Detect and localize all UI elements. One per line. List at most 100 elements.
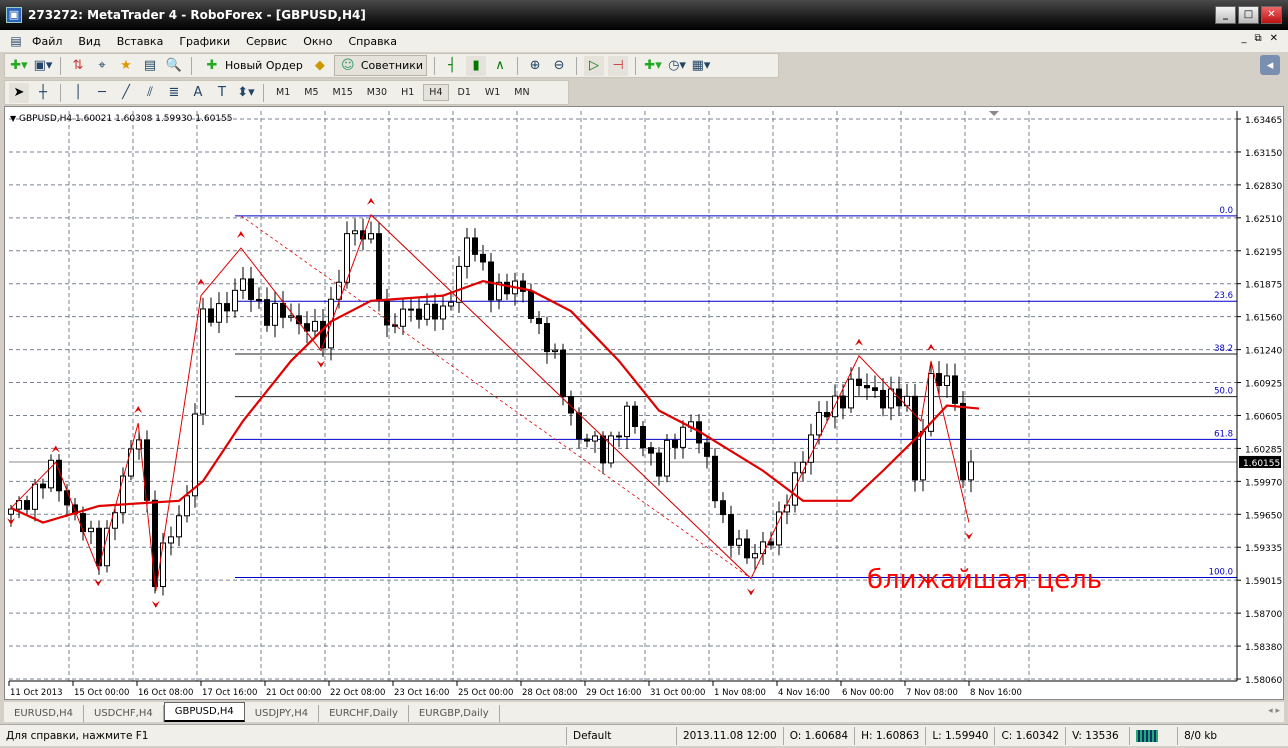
templates-icon[interactable]: ▦▾: [691, 56, 711, 76]
help-icon[interactable]: ◂: [1260, 55, 1280, 75]
strategy-tester-icon[interactable]: 🔍: [164, 56, 184, 76]
zoom-in-icon[interactable]: ⊕: [525, 56, 545, 76]
text-tool-icon[interactable]: A: [188, 83, 208, 103]
timeframe-m15[interactable]: M15: [328, 85, 358, 100]
bar-chart-icon[interactable]: ┤: [442, 56, 462, 76]
timeframe-m5[interactable]: M5: [299, 85, 323, 100]
fibonacci-icon[interactable]: ≣: [164, 83, 184, 103]
timeframe-mn[interactable]: MN: [509, 85, 534, 100]
crosshair-tool-icon[interactable]: ┼: [33, 83, 53, 103]
candle-bear: [616, 435, 622, 438]
market-watch-icon[interactable]: ⇅: [68, 56, 88, 76]
candle-bear: [504, 281, 510, 295]
chart-shift-icon[interactable]: ⊣: [608, 55, 629, 76]
price-label: 1.62830: [1245, 182, 1282, 192]
price-label: 1.59015: [1245, 577, 1282, 587]
horizontal-line-icon[interactable]: ─: [92, 83, 112, 103]
menu-insert[interactable]: Вставка: [109, 35, 172, 48]
candle-bear: [576, 412, 582, 440]
document-icon[interactable]: ▤: [8, 33, 24, 49]
candle-bull: [464, 237, 470, 267]
date-label: 6 Nov 00:00: [842, 688, 894, 698]
navigator-icon[interactable]: ★: [116, 56, 136, 76]
chart-tab[interactable]: GBPUSD,H4: [163, 702, 245, 722]
trendline-icon[interactable]: ╱: [116, 83, 136, 103]
periods-icon[interactable]: ◷▾: [667, 56, 687, 76]
terminal-icon[interactable]: ▤: [140, 56, 160, 76]
price-label: 1.60285: [1245, 445, 1282, 455]
text-label-icon[interactable]: T: [212, 83, 232, 103]
candle-bull: [352, 230, 358, 235]
chart-tab[interactable]: EURCHF,Daily: [319, 705, 409, 722]
chart-tab[interactable]: EURGBP,Daily: [409, 705, 500, 722]
new-order-icon: ✚: [206, 58, 218, 73]
vertical-line-icon[interactable]: │: [68, 83, 88, 103]
auto-scroll-icon[interactable]: ▷: [584, 55, 605, 76]
candle-bear: [528, 290, 534, 319]
mdi-close-button[interactable]: ✕: [1270, 33, 1278, 44]
candle-bear: [376, 233, 382, 302]
chart-tab[interactable]: USDJPY,H4: [245, 705, 320, 722]
standard-toolbar: ✚▾ ▣▾ ⇅ ⌖ ★ ▤ 🔍 ✚ Новый Ордер ◆ ☺ Советник…: [4, 53, 779, 78]
maximize-button[interactable]: □: [1238, 6, 1259, 24]
chart-tab[interactable]: EURUSD,H4: [4, 705, 85, 722]
timeframe-h4[interactable]: H4: [423, 84, 449, 101]
minimize-button[interactable]: _: [1215, 6, 1236, 24]
menu-window[interactable]: Окно: [295, 35, 340, 48]
menu-view[interactable]: Вид: [70, 35, 108, 48]
zoom-out-icon[interactable]: ⊖: [549, 56, 569, 76]
fractal-arrow-icon: [855, 338, 863, 346]
candle-bull: [288, 315, 294, 318]
crosshair-icon[interactable]: ⌖: [92, 56, 112, 76]
timeframe-m30[interactable]: M30: [362, 85, 392, 100]
timeframe-m1[interactable]: M1: [271, 85, 295, 100]
experts-button[interactable]: ☺ Советники: [333, 55, 428, 76]
candle-bull: [440, 305, 446, 320]
status-low: L: 1.59940: [925, 726, 994, 745]
mdi-minimize-button[interactable]: _: [1241, 33, 1246, 44]
candlestick-chart-icon[interactable]: ▮: [466, 55, 487, 76]
connection-icon: [1129, 726, 1177, 745]
fractal-arrow-icon: [197, 278, 205, 286]
chart-shift-marker-icon[interactable]: [989, 111, 999, 116]
equidistant-channel-icon[interactable]: ⫽: [140, 83, 160, 103]
price-chart[interactable]: 0.0 23.6 38.2 50.0 61.8 100.0 1.63465 1.63150 1…: [5, 107, 1283, 699]
close-button[interactable]: ✕: [1261, 6, 1282, 24]
cursor-icon[interactable]: ➤: [9, 82, 29, 103]
candle-bear: [432, 303, 438, 320]
status-datetime: 2013.11.08 12:00: [676, 726, 783, 745]
tab-scroll-arrows[interactable]: ◂ ▸: [1268, 706, 1280, 716]
arrows-icon[interactable]: ⬍▾: [236, 83, 256, 103]
menu-file[interactable]: Файл: [24, 35, 70, 48]
indicators-icon[interactable]: ✚▾: [643, 56, 663, 76]
alert-icon[interactable]: ◆: [310, 56, 330, 76]
mdi-restore-button[interactable]: ⧉: [1254, 33, 1261, 44]
candle-bull: [184, 495, 190, 517]
timeframe-w1[interactable]: W1: [480, 85, 505, 100]
status-bar: Для справки, нажмите F1 Default 2013.11.…: [0, 724, 1288, 746]
menu-charts[interactable]: Графики: [171, 35, 238, 48]
chart-tab[interactable]: USDCHF,H4: [84, 705, 164, 722]
candle-bear: [544, 323, 550, 353]
chart-window[interactable]: 0.0 23.6 38.2 50.0 61.8 100.0 1.63465 1.63150 1…: [4, 106, 1284, 700]
menu-help[interactable]: Справка: [340, 35, 404, 48]
fractal-arrow-icon: [965, 532, 973, 540]
timeframe-h1[interactable]: H1: [396, 85, 419, 100]
date-label: 22 Oct 08:00: [330, 688, 385, 698]
trend-line-dashed: [240, 215, 752, 579]
new-chart-icon[interactable]: ✚▾: [9, 56, 29, 76]
date-label: 7 Nov 08:00: [906, 688, 958, 698]
menu-tools[interactable]: Сервис: [238, 35, 295, 48]
candle-bull: [792, 472, 798, 506]
date-label: 17 Oct 16:00: [202, 688, 257, 698]
profiles-icon[interactable]: ▣▾: [33, 56, 53, 76]
chart-menu-arrow-icon[interactable]: ▼: [10, 114, 17, 123]
new-order-button[interactable]: ✚ Новый Ордер: [199, 55, 306, 76]
timeframe-d1[interactable]: D1: [453, 85, 476, 100]
fractal-arrow-icon: [151, 600, 160, 608]
date-label: 31 Oct 00:00: [650, 688, 705, 698]
line-chart-icon[interactable]: ∧: [490, 56, 510, 76]
candle-bull: [32, 483, 38, 510]
candle-bear: [472, 237, 478, 255]
fibonacci-level-label: 50.0: [1214, 387, 1233, 397]
